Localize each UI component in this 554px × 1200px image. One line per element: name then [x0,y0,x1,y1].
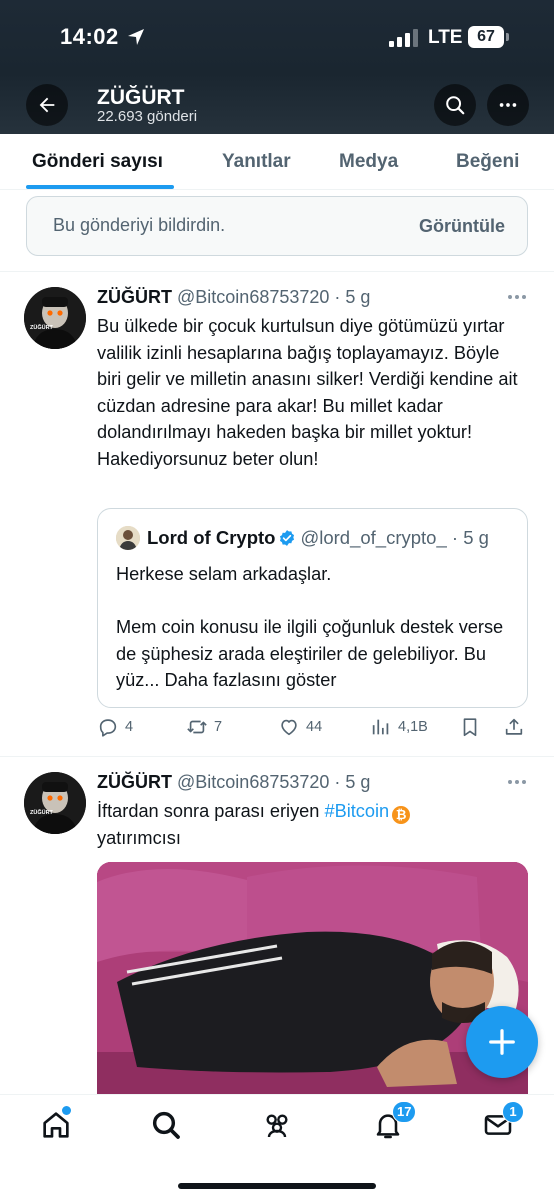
more-icon[interactable] [506,292,528,302]
quote-author-handle: @lord_of_crypto_ [300,527,447,548]
arrow-left-icon [39,97,55,113]
tweet-photo[interactable] [97,862,528,1100]
reply-icon [99,719,117,737]
divider [0,271,554,272]
post-count: 22.693 gönderi [97,108,198,125]
retweet-count: 7 [214,719,223,735]
signal-icon [389,29,418,47]
more-options-button[interactable] [487,84,529,126]
search-icon [152,1111,180,1139]
quote-text: Herkese selam arkadaşlar. Mem coin konus… [116,561,516,694]
compose-button[interactable] [466,1006,538,1078]
tab-media[interactable]: Medya [339,151,398,173]
share-button[interactable] [503,716,531,738]
status-time: 14:02 [60,24,119,49]
tweet-text: Bu ülkede bir çocuk kurtulsun diye götüm… [97,316,518,469]
tweet-actions: 4 7 44 4,1B [97,716,528,742]
messages-badge: 1 [502,1101,524,1123]
tweet-time: · 5 g [334,287,371,307]
divider [0,756,554,757]
profile-header: 14:02 LTE 67 ZÜĞÜRT 22.693 gönderi [0,0,554,134]
status-bar: 14:02 LTE 67 [0,0,554,76]
tab-likes[interactable]: Beğeni [456,151,519,173]
tweet-text: İftardan sonra parası eriyen #Bitcoin ₿ y… [97,798,527,851]
retweet-button[interactable]: 7 [186,716,222,738]
notifications-badge: 17 [392,1101,417,1123]
quote-line-2: Mem coin konusu ile ilgili çoğunluk dest… [116,614,516,694]
home-indicator [178,1183,376,1189]
reply-count: 4 [125,719,134,735]
avatar-image: ZÜĞÜRT [24,772,86,834]
communities-icon [266,1114,288,1138]
back-button[interactable] [26,84,68,126]
quote-line-1: Herkese selam arkadaşlar. [116,564,332,584]
views-icon [372,719,389,735]
more-horizontal-icon [499,103,517,107]
avatar-image: ZÜĞÜRT [24,287,86,349]
tweet-text-start: İftardan sonra parası eriyen [97,801,325,821]
location-arrow-icon [128,29,144,45]
author-handle[interactable]: @Bitcoin68753720 [177,287,329,307]
author-name[interactable]: ZÜĞÜRT [97,772,172,792]
profile-tabs: Gönderi sayısı Yanıtlar Medya Beğeni [0,134,554,190]
avatar[interactable]: ZÜĞÜRT [24,287,86,349]
bitcoin-coin-icon: ₿ [392,806,411,824]
battery-icon: 67 [468,26,504,48]
tweet-text-end: yatırımcısı [97,827,181,848]
quote-author-name: Lord of Crypto [147,527,276,548]
nav-communities[interactable] [261,1109,293,1141]
view-button[interactable]: Görüntüle [419,216,505,237]
photo-image [97,862,528,1100]
reported-post-notice: Bu gönderiyi bildirdin. Görüntüle [26,196,528,256]
bookmark-button[interactable] [459,716,487,738]
quote-avatar-image [116,526,140,550]
tab-replies[interactable]: Yanıtlar [222,151,291,173]
quote-header: Lord of Crypto @lord_of_crypto_ · 5 g [147,527,489,549]
battery-cap [506,33,509,41]
profile-name: ZÜĞÜRT [97,86,185,109]
views-button[interactable]: 4,1B [370,716,428,738]
more-icon[interactable] [506,777,528,787]
nav-notifications[interactable]: 17 [372,1101,417,1141]
network-type: LTE [428,27,463,48]
quote-avatar [116,526,140,550]
bookmark-icon [463,718,477,737]
verified-badge-icon [280,530,295,546]
share-icon [505,718,523,735]
tweet-header: ZÜĞÜRT @Bitcoin68753720 · 5 g [97,772,370,793]
heart-icon [281,719,297,736]
quoted-tweet[interactable]: Lord of Crypto @lord_of_crypto_ · 5 g He… [97,508,528,708]
nav-search[interactable] [150,1109,182,1141]
tab-posts[interactable]: Gönderi sayısı [32,151,163,173]
like-button[interactable]: 44 [278,716,322,738]
active-tab-indicator [26,185,174,189]
nav-messages[interactable]: 1 [482,1101,524,1141]
like-count: 44 [306,719,323,735]
nav-home[interactable] [40,1106,72,1141]
notice-text: Bu gönderiyi bildirdin. [53,215,226,235]
search-button[interactable] [434,84,476,126]
retweet-icon [187,720,207,734]
hashtag-link[interactable]: #Bitcoin [324,801,389,821]
show-more-link[interactable]: Daha fazlasını göster [165,670,337,690]
svg-text:ZÜĞÜRT: ZÜĞÜRT [30,808,54,816]
tweet-header: ZÜĞÜRT @Bitcoin68753720 · 5 g [97,287,370,308]
home-new-dot [62,1106,71,1115]
reply-button[interactable]: 4 [97,716,133,738]
avatar[interactable]: ZÜĞÜRT [24,772,86,834]
plus-icon [489,1029,515,1055]
search-icon [446,96,465,115]
svg-text:ZÜĞÜRT: ZÜĞÜRT [30,323,54,331]
quote-time: · 5 g [451,527,489,548]
tweet-time: · 5 g [334,772,371,792]
view-count: 4,1B [398,719,428,735]
author-name[interactable]: ZÜĞÜRT [97,287,172,307]
author-handle[interactable]: @Bitcoin68753720 [177,772,329,792]
